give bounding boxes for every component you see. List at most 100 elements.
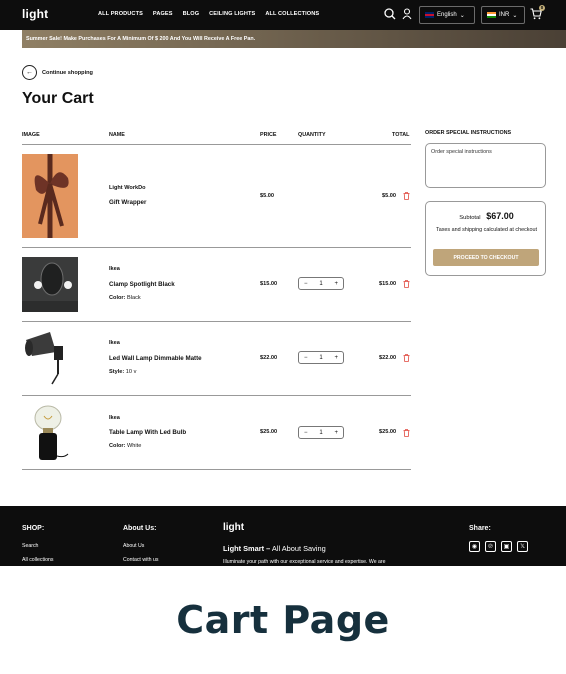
item-price: $22.00 (260, 355, 278, 361)
site-logo[interactable]: light (22, 7, 48, 21)
minus-icon[interactable]: − (304, 355, 308, 361)
footer-link-search[interactable]: Search (22, 543, 38, 549)
user-icon[interactable] (402, 8, 412, 20)
announcement-bar: Summer Sale! Make Purchases For A Minimu… (22, 30, 566, 48)
column-header-price: PRICE (260, 132, 277, 138)
item-price: $15.00 (260, 281, 278, 287)
trash-icon[interactable] (403, 354, 410, 362)
column-header-name: NAME (109, 132, 125, 138)
nav-pages[interactable]: PAGES (153, 11, 173, 17)
item-price: $5.00 (260, 193, 274, 199)
x-twitter-icon[interactable]: 𝕏 (517, 541, 528, 552)
uk-flag-icon (425, 12, 434, 18)
trash-icon[interactable] (403, 429, 410, 437)
item-name[interactable]: Led Wall Lamp Dimmable Matte (109, 355, 202, 362)
variant-label: Color: (109, 443, 126, 449)
order-instructions-placeholder: Order special instructions (431, 149, 492, 155)
variant-value: Black (127, 295, 141, 301)
nav-blog[interactable]: BLOG (183, 11, 200, 17)
footer-tagline: Light Smart – All About Saving (223, 544, 326, 553)
continue-shopping-link[interactable]: ← Continue shopping (22, 65, 93, 80)
quantity-stepper: − 1 + (298, 277, 344, 290)
subtotal-value: $67.00 (486, 211, 514, 221)
footer-logo[interactable]: light (223, 522, 244, 533)
item-vendor: Ikea (109, 340, 120, 346)
divider (22, 144, 411, 145)
nav-all-collections[interactable]: ALL COLLECTIONS (265, 11, 319, 17)
subtotal-label: Subtotal (459, 215, 481, 221)
announcement-text: Summer Sale! Make Purchases For A Minimu… (26, 36, 256, 42)
order-instructions-field[interactable]: Order special instructions (425, 143, 546, 188)
pinterest-icon[interactable]: ℗ (485, 541, 496, 552)
quantity-value[interactable]: 1 (319, 281, 322, 287)
footer-about-title: About Us: (123, 525, 157, 532)
divider (22, 469, 411, 470)
item-variant: Style: 10 v (109, 369, 136, 375)
india-flag-icon (487, 12, 496, 18)
nav-ceiling-lights[interactable]: CEILING LIGHTS (209, 11, 255, 17)
footer-link-contact[interactable]: Contact with us (123, 557, 158, 563)
tagline-rest: All About Saving (271, 544, 326, 553)
table-lamp-image[interactable] (22, 404, 72, 462)
footer-share-title: Share: (469, 525, 491, 532)
item-total: $15.00 (379, 281, 397, 287)
item-variant: Color: White (109, 443, 141, 449)
footer-link-about-us[interactable]: About Us (123, 543, 144, 549)
clamp-spotlight-image[interactable] (22, 257, 78, 312)
footer-link-all-collections[interactable]: All collections (22, 557, 53, 563)
site-header: light ALL PRODUCTS PAGES BLOG CEILING LI… (0, 0, 566, 30)
plus-icon[interactable]: + (334, 355, 338, 361)
quantity-value[interactable]: 1 (319, 355, 322, 361)
currency-select[interactable]: INR ⌄ (481, 6, 525, 24)
minus-icon[interactable]: − (304, 281, 308, 287)
trash-icon[interactable] (403, 192, 410, 200)
currency-value: INR (499, 12, 510, 18)
chevron-down-icon: ⌄ (512, 12, 518, 19)
variant-label: Color: (109, 295, 126, 301)
main-nav: ALL PRODUCTS PAGES BLOG CEILING LIGHTS A… (98, 11, 319, 17)
chevron-down-icon: ⌄ (459, 12, 465, 19)
gift-wrapper-image[interactable] (22, 154, 78, 238)
instagram-icon[interactable]: ◉ (469, 541, 480, 552)
site-footer: SHOP: Search All collections About Us: A… (0, 506, 566, 566)
variant-value: White (127, 443, 142, 449)
item-name[interactable]: Clamp Spotlight Black (109, 281, 175, 288)
order-instructions-title: ORDER SPECIAL INSTRUCTIONS (425, 130, 512, 136)
facebook-icon[interactable]: ▣ (501, 541, 512, 552)
tax-note: Taxes and shipping calculated at checkou… (436, 227, 537, 233)
cart-count-badge: 0 (539, 5, 545, 11)
divider (22, 321, 411, 322)
column-header-quantity: QUANTITY (298, 132, 326, 138)
quantity-value[interactable]: 1 (319, 430, 322, 436)
cart-summary: Subtotal $67.00 Taxes and shipping calcu… (425, 201, 546, 276)
divider (22, 395, 411, 396)
quantity-stepper: − 1 + (298, 426, 344, 439)
item-name[interactable]: Table Lamp With Led Bulb (109, 429, 186, 436)
quantity-stepper: − 1 + (298, 351, 344, 364)
column-header-image: IMAGE (22, 132, 40, 138)
footer-shop-title: SHOP: (22, 525, 45, 532)
item-variant: Color: Black (109, 295, 141, 301)
language-value: English (437, 12, 457, 18)
plus-icon[interactable]: + (334, 430, 338, 436)
nav-all-products[interactable]: ALL PRODUCTS (98, 11, 143, 17)
item-total: $25.00 (379, 429, 397, 435)
wall-lamp-image[interactable] (22, 330, 72, 386)
plus-icon[interactable]: + (334, 281, 338, 287)
item-vendor: Ikea (109, 415, 120, 421)
footer-description: Illuminate your path with our exceptiona… (223, 559, 386, 565)
item-price: $25.00 (260, 429, 278, 435)
minus-icon[interactable]: − (304, 430, 308, 436)
arrow-left-icon: ← (22, 65, 37, 80)
page-caption: Cart Page (176, 598, 390, 642)
search-icon[interactable] (384, 8, 396, 20)
language-select[interactable]: English ⌄ (419, 6, 475, 24)
item-vendor: Light WorkDo (109, 185, 146, 191)
item-vendor: Ikea (109, 266, 120, 272)
page-title: Your Cart (22, 90, 94, 107)
item-name[interactable]: Gift Wrapper (109, 199, 146, 206)
trash-icon[interactable] (403, 280, 410, 288)
checkout-button[interactable]: PROCEED TO CHECKOUT (433, 249, 539, 266)
divider (22, 247, 411, 248)
item-total: $5.00 (382, 193, 396, 199)
